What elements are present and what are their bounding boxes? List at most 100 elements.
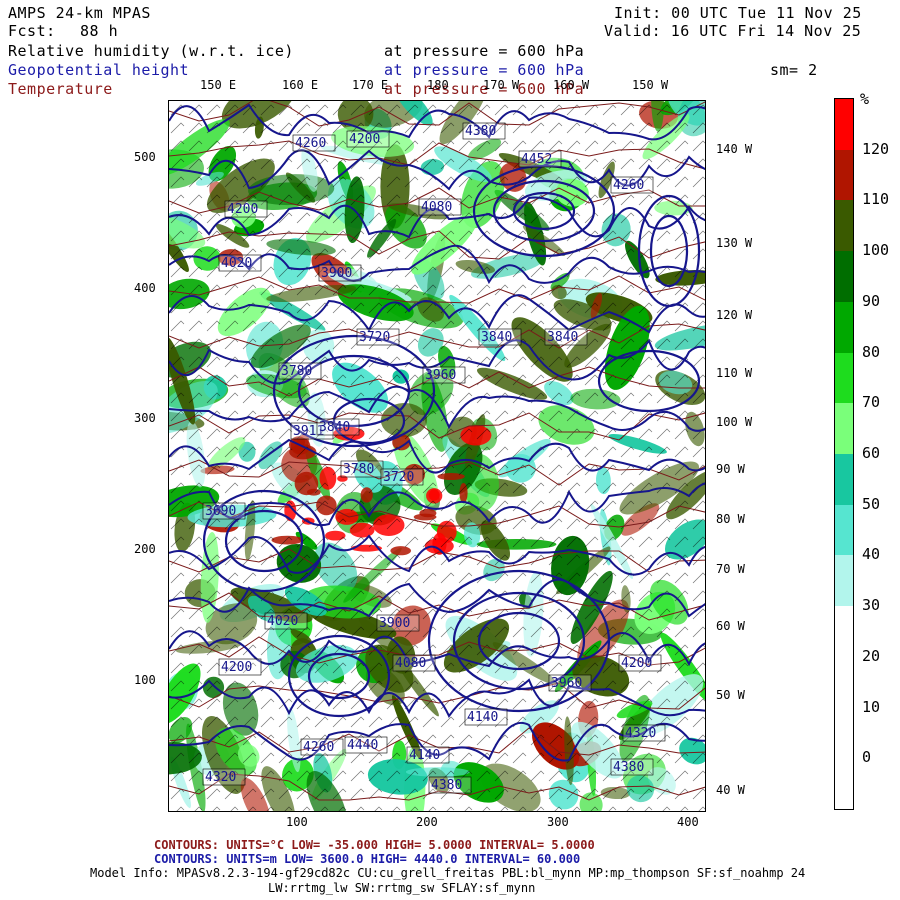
height-label: 4200 — [224, 200, 268, 218]
height-contour-info: CONTOURS: UNITS=m LOW= 3600.0 HIGH= 4440… — [154, 852, 581, 866]
height-label: 4452 — [518, 150, 562, 168]
weather-map: 4380 4260 4200 4452 4260 4200 4080 4020 3900 3840… — [168, 100, 706, 812]
height-label-text: 3900 — [321, 266, 352, 281]
model-info-2: LW:rrtmg_lw SW:rrtmg_sw SFLAY:sf_mynn — [268, 881, 536, 895]
colorbar-segment — [835, 707, 853, 759]
colorbar-segment — [835, 200, 853, 252]
model-info: Model Info: MPASv8.2.3-194-gf29cd82c CU:… — [90, 866, 806, 880]
lon-label-top: 170 W — [483, 78, 520, 92]
height-label-text: 3960 — [425, 368, 456, 383]
height-label-text: 3840 — [481, 330, 512, 345]
model-title: AMPS 24-km MPAS — [8, 4, 151, 22]
height-label-text: 4380 — [431, 778, 462, 793]
lon-label-top: 150 W — [632, 78, 669, 92]
height-label-text: 4452 — [521, 152, 552, 167]
colorbar-label: 90 — [862, 291, 881, 310]
height-label-text: 4260 — [295, 136, 326, 151]
valid-time: Valid: 16 UTC Fri 14 Nov 25 — [604, 22, 862, 40]
lon-label-right: 120 W — [716, 308, 753, 322]
height-label: 3900 — [376, 614, 420, 632]
height-label: 4200 — [618, 654, 662, 672]
height-label-text: 4380 — [613, 760, 644, 775]
lon-label-top: 180 — [427, 78, 449, 92]
height-label: 4320 — [622, 724, 666, 742]
lon-label-top: 160 W — [553, 78, 590, 92]
y-tick-label: 200 — [134, 542, 156, 556]
height-label: 3960 — [548, 674, 592, 692]
height-label-text: 4140 — [467, 710, 498, 725]
forecast-hours: 88 h — [80, 22, 119, 40]
height-label-text: 3720 — [359, 330, 390, 345]
height-label: 3960 — [422, 366, 466, 384]
colorbar-segment — [835, 403, 853, 455]
colorbar-segment — [835, 352, 853, 404]
height-label-text: 4080 — [395, 656, 426, 671]
height-label: 4080 — [392, 654, 436, 672]
colorbar-segment — [835, 504, 853, 556]
height-label: 3720 — [380, 468, 424, 486]
colorbar-segment — [835, 251, 853, 303]
height-label: 4260 — [292, 134, 336, 152]
height-label: 4020 — [218, 254, 262, 272]
colorbar-segment — [835, 149, 853, 201]
lon-label-top: 150 E — [200, 78, 237, 92]
height-label: 4140 — [464, 708, 508, 726]
height-label: 4440 — [344, 736, 388, 754]
init-time: Init: 00 UTC Tue 11 Nov 25 — [614, 4, 862, 22]
y-tick-label: 400 — [134, 281, 156, 295]
height-label: 3840 — [316, 418, 360, 436]
height-label: 3840 — [478, 328, 522, 346]
lon-label-top: 170 E — [352, 78, 389, 92]
colorbar-label: 50 — [862, 494, 881, 513]
height-label-text: 4200 — [621, 656, 652, 671]
forecast-label: Fcst: — [8, 22, 56, 40]
colorbar-label: 80 — [862, 342, 881, 361]
x-tick-label: 300 — [547, 815, 569, 829]
height-label-text: 4080 — [421, 200, 452, 215]
height-label-text: 4260 — [613, 178, 644, 193]
x-tick-label: 100 — [286, 815, 308, 829]
colorbar-label: 20 — [862, 646, 881, 665]
colorbar-label: 120 — [862, 139, 890, 158]
y-tick-label: 500 — [134, 150, 156, 164]
height-label-text: 4140 — [409, 748, 440, 763]
colorbar-segment — [835, 454, 853, 506]
lon-label-right: 140 W — [716, 142, 753, 156]
height-label-text: 4440 — [347, 738, 378, 753]
height-label-text: 4200 — [349, 132, 380, 147]
colorbar-label: 30 — [862, 596, 881, 615]
colorbar — [834, 98, 854, 810]
height-label: 4380 — [610, 758, 654, 776]
height-label: 4380 — [462, 122, 506, 140]
colorbar-unit: % — [860, 90, 870, 108]
pressure-geopotential: at pressure = 600 hPa — [384, 61, 585, 79]
height-label-text: 4260 — [303, 740, 334, 755]
height-label-text: 3900 — [379, 616, 410, 631]
height-label: 4260 — [300, 738, 344, 756]
colorbar-segment — [835, 301, 853, 354]
height-label: 4080 — [418, 198, 462, 216]
height-label-text: 4380 — [465, 124, 496, 139]
lon-label-right: 110 W — [716, 366, 753, 380]
y-tick-label: 100 — [134, 673, 156, 687]
lon-label-right: 50 W — [716, 688, 745, 702]
height-label-text: 4320 — [625, 726, 656, 741]
colorbar-label: 100 — [862, 241, 890, 260]
height-label: 3780 — [340, 460, 384, 478]
height-label-text: 4320 — [205, 770, 236, 785]
height-label: 4200 — [346, 130, 390, 148]
field-geopotential-label: Geopotential height — [8, 61, 190, 79]
height-label-text: 3720 — [383, 470, 414, 485]
height-label: 3690 — [202, 502, 246, 520]
height-label-text: 3780 — [281, 364, 312, 379]
height-label-text: 4020 — [221, 256, 252, 271]
height-label: 3780 — [278, 362, 322, 380]
colorbar-label: 70 — [862, 393, 881, 412]
colorbar-segment — [835, 758, 853, 810]
field-rh-label: Relative humidity (w.r.t. ice) — [8, 42, 294, 60]
height-label-text: 4200 — [227, 202, 258, 217]
lon-label-right: 80 W — [716, 512, 745, 526]
height-label-text: 3840 — [547, 330, 578, 345]
height-label: 4320 — [202, 768, 246, 786]
colorbar-segment — [835, 99, 853, 151]
